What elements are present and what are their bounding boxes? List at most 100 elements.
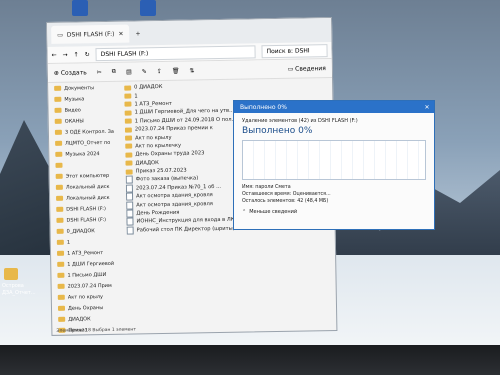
folder-icon xyxy=(57,294,65,300)
progress-graph xyxy=(242,140,426,180)
document-icon xyxy=(125,184,133,193)
delete-progress-dialog[interactable]: Выполнено 0% ✕ Удаление элементов (42) и… xyxy=(233,100,435,230)
folder-icon xyxy=(57,261,65,267)
less-details-button[interactable]: ⌃ Меньше сведений xyxy=(242,209,426,215)
document-icon xyxy=(126,226,134,235)
dialog-title: Выполнено 0% xyxy=(240,103,287,111)
dialog-title-bar: Выполнено 0% ✕ xyxy=(234,101,434,113)
folder-icon xyxy=(55,184,63,190)
dialog-subtitle: Удаление элементов (42) из DSHI FLASH (F… xyxy=(242,118,358,124)
close-icon[interactable]: ✕ xyxy=(118,30,123,37)
nav-item-label: Музыка xyxy=(64,95,85,103)
nav-item-label: Документы xyxy=(64,84,95,92)
folder-icon xyxy=(124,127,132,133)
chevron-up-icon: ⌃ xyxy=(242,209,247,215)
nav-item-label: ЛЦМТО_Отчет по xyxy=(65,139,111,147)
folder-icon xyxy=(124,135,133,141)
photo-background: Острова ДЗА_Отчет... ▭ DSHI FLASH (F:) ✕… xyxy=(0,0,500,375)
details-button[interactable]: ▭ Сведения xyxy=(288,65,326,73)
desktop: Острова ДЗА_Отчет... ▭ DSHI FLASH (F:) ✕… xyxy=(0,0,500,355)
folder-icon xyxy=(124,85,132,91)
document-icon xyxy=(125,192,134,201)
file-name: День Охраны труда 2023 xyxy=(135,150,205,158)
folder-icon xyxy=(54,96,62,102)
folder-icon xyxy=(55,162,63,168)
drive-icon: ▭ xyxy=(57,31,63,39)
desktop-label: ДЗА_Отчет... xyxy=(2,290,36,296)
folder-icon xyxy=(125,152,133,158)
rename-icon[interactable]: ✎ xyxy=(142,68,147,75)
folder-icon xyxy=(57,283,65,289)
folder-icon xyxy=(54,118,62,124)
create-button[interactable]: ⊕ Создать xyxy=(54,69,87,77)
file-name: Акт по крылечку xyxy=(135,142,182,150)
folder-icon xyxy=(124,93,132,99)
folder-icon xyxy=(124,118,132,124)
nav-item-label: ОКАНЫ xyxy=(64,117,84,125)
time-line: Оставшееся время: Оценивается... xyxy=(242,192,331,197)
folder-icon xyxy=(125,160,133,166)
less-details-label: Меньше сведений xyxy=(249,209,298,215)
nav-item-label: 2023.07.24 Прим xyxy=(67,282,112,290)
document-icon xyxy=(126,201,134,210)
dialog-info: Имя: пароли Смета Оставшееся время: Оцен… xyxy=(242,184,426,205)
folder-icon xyxy=(125,143,133,150)
folder-icon xyxy=(124,110,132,116)
word-doc-icon[interactable] xyxy=(72,0,88,16)
address-input[interactable]: DSHI FLASH (F:) xyxy=(95,44,256,61)
up-icon[interactable]: ↑ xyxy=(74,51,79,58)
folder-icon xyxy=(125,169,133,175)
status-bar: Элементов: 18 Выбран 1 элемент xyxy=(56,327,136,334)
folder-icon xyxy=(57,305,66,311)
tab-title: DSHI FLASH (F:) xyxy=(66,30,115,39)
folder-icon[interactable] xyxy=(4,268,18,280)
tab-drive[interactable]: ▭ DSHI FLASH (F:) ✕ xyxy=(51,24,130,44)
nav-item-label: Локальный диск xyxy=(65,183,110,191)
nav-item-label: 1 ДШИ Гергиевой xyxy=(67,260,115,268)
command-bar: ⊕ Создать ✂ ⧉ ▤ ✎ ⇪ 🗑 ⇅ ▭ Сведения xyxy=(47,59,333,83)
share-icon[interactable]: ⇪ xyxy=(157,67,162,74)
folder-icon xyxy=(56,217,64,223)
folder-icon xyxy=(55,173,63,179)
nav-item-label: ДИАДОК xyxy=(68,315,91,323)
monitor-bezel xyxy=(0,345,500,375)
new-tab-icon[interactable]: + xyxy=(135,30,140,37)
document-icon xyxy=(125,175,133,185)
back-icon[interactable]: ← xyxy=(52,51,57,58)
file-name: 0 ДИАДОК xyxy=(134,84,163,91)
search-input[interactable]: Поиск в: DSHI xyxy=(261,43,328,58)
file-name: Фото заказа (выпечка) xyxy=(135,175,199,183)
folder-icon xyxy=(56,239,64,245)
nav-item-label: 3 ОДЕ Контрол. За xyxy=(64,128,115,136)
nav-item-label: 1 Письмо ДШИ xyxy=(67,271,107,279)
folder-icon xyxy=(54,107,62,113)
forward-icon[interactable]: → xyxy=(63,51,68,58)
document-icon xyxy=(126,217,134,227)
file-name: Акт осмотра здания_кровля xyxy=(136,200,213,209)
file-name: 2023.07.24 Приказ премии к xyxy=(134,125,213,133)
copy-icon[interactable]: ⧉ xyxy=(112,68,116,76)
folder-icon xyxy=(57,272,65,278)
file-name: Акт осмотра здания_кровля xyxy=(136,192,213,200)
paste-icon[interactable]: ▤ xyxy=(126,68,132,75)
file-name: 2023.07.24 Приказ №70_1 об ... xyxy=(135,183,222,192)
word-doc-icon[interactable] xyxy=(140,0,156,16)
address-text: DSHI FLASH (F:) xyxy=(100,49,149,58)
delete-icon[interactable]: 🗑 xyxy=(172,67,180,74)
close-button[interactable]: ✕ xyxy=(420,104,434,111)
file-name: Рабочий стол ПК Директор (шриты) xyxy=(136,225,235,234)
refresh-icon[interactable]: ↻ xyxy=(85,51,90,58)
document-icon xyxy=(126,209,134,218)
nav-item-label: 1 xyxy=(66,239,71,246)
folder-icon xyxy=(124,101,132,108)
folder-icon xyxy=(54,129,62,135)
folder-icon xyxy=(55,151,63,157)
nav-item-label: Локальный диск xyxy=(66,194,110,202)
file-name: 1 xyxy=(134,92,138,100)
nav-item-label: 0_ДИАДОК xyxy=(66,227,95,235)
file-name: 1 АТЗ_Ремонт xyxy=(134,100,172,108)
sort-icon[interactable]: ⇅ xyxy=(189,67,194,74)
cut-icon[interactable]: ✂ xyxy=(97,69,102,76)
navigation-pane: Документы Музыка Видео ОКАНЫ 3 ОДЕ Контрол. … xyxy=(48,82,122,333)
progress-percent: Выполнено 0% xyxy=(242,126,313,136)
